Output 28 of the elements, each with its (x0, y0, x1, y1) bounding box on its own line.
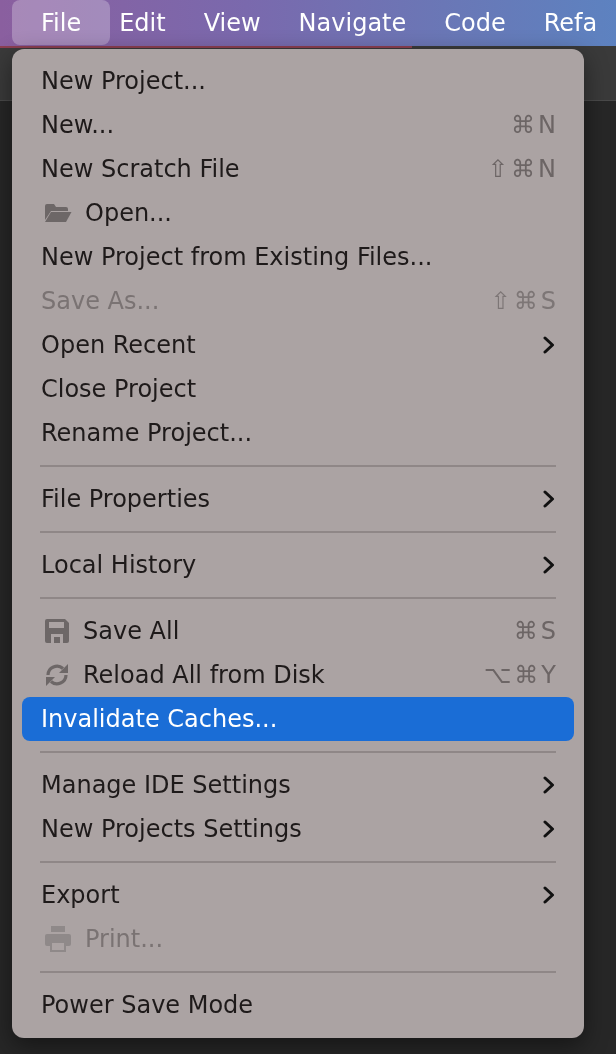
shortcut-label: ⇧⌘N (487, 155, 559, 183)
menu-item[interactable]: New Project from Existing Files... (22, 235, 574, 279)
menu-bar-item[interactable]: Navigate (279, 0, 426, 45)
menu-item[interactable]: Open... (22, 191, 574, 235)
menu-item[interactable]: Close Project (22, 367, 574, 411)
menu-item[interactable]: New... ⌘N (22, 103, 574, 147)
menu-item[interactable]: New Scratch File ⇧⌘N (22, 147, 574, 191)
shortcut-label: ⌘S (513, 617, 559, 645)
shortcut-label: ⌘N (511, 111, 559, 139)
menu-item[interactable]: Export (22, 873, 574, 917)
shortcut-label: ⌥⌘Y (483, 661, 559, 689)
menu-item[interactable]: Rename Project... (22, 411, 574, 455)
menu-item[interactable]: Reload All from Disk ⌥⌘Y (22, 653, 574, 697)
menu-item[interactable]: Local History (22, 543, 574, 587)
menu-item[interactable]: Manage IDE Settings (22, 763, 574, 807)
menu-bar-item[interactable]: Refa (524, 0, 616, 45)
menu-item[interactable]: New Projects Settings (22, 807, 574, 851)
menu-bar-item[interactable]: Code (425, 0, 525, 45)
menu-bar-item[interactable]: View (184, 0, 280, 45)
folder-icon (44, 203, 72, 223)
menu-item[interactable]: New Project... (22, 59, 574, 103)
reload-icon (44, 662, 70, 688)
menu-item[interactable]: File Properties (22, 477, 574, 521)
menu-item[interactable]: Power Save Mode (22, 983, 574, 1027)
menu-item[interactable]: Invalidate Caches... (22, 697, 574, 741)
printer-icon (44, 926, 72, 952)
menu-item[interactable]: Open Recent (22, 323, 574, 367)
menu-item[interactable]: Save All ⌘S (22, 609, 574, 653)
